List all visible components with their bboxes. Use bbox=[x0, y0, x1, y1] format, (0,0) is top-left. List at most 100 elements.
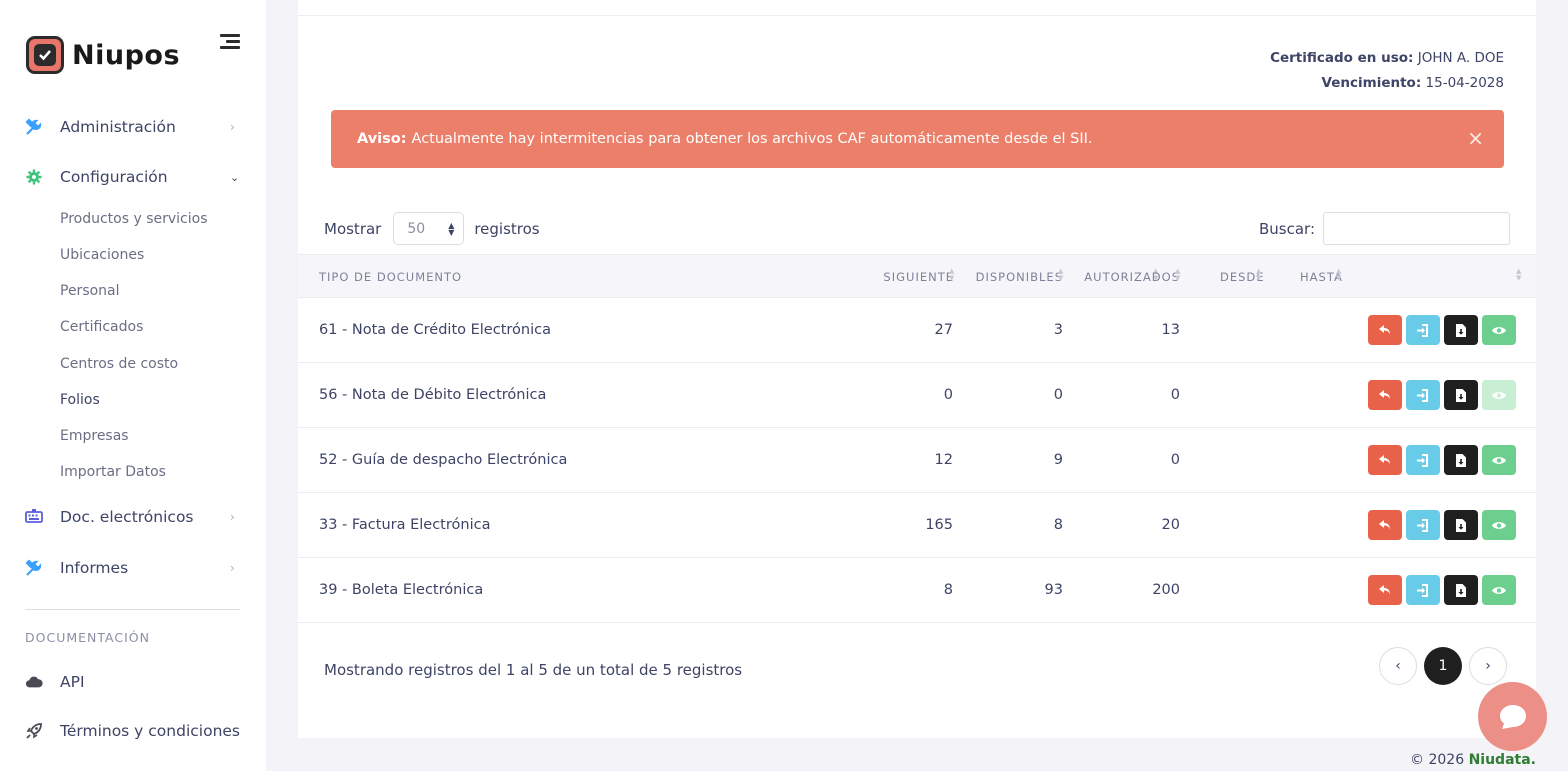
show-label: Mostrar bbox=[324, 219, 382, 238]
search-input[interactable] bbox=[1323, 212, 1510, 245]
search-control: Buscar: bbox=[1259, 212, 1510, 245]
cert-label: Certificado en uso: bbox=[1270, 50, 1414, 66]
sidebar-item-administracion[interactable]: Administración › bbox=[0, 109, 266, 145]
sidebar-item-api[interactable]: API bbox=[0, 664, 266, 700]
col-siguiente[interactable]: SIGUIENTE bbox=[883, 270, 954, 284]
brand-name: Niupos bbox=[72, 39, 181, 71]
download-file-button[interactable] bbox=[1444, 510, 1478, 540]
search-label: Buscar: bbox=[1258, 219, 1315, 238]
chevron-right-icon: › bbox=[230, 120, 235, 134]
cell-siguiente: 0 bbox=[943, 387, 953, 403]
table-row: 56 - Nota de Débito Electrónica 0 0 0 bbox=[298, 363, 1536, 428]
table-row: 39 - Boleta Electrónica 8 93 200 bbox=[298, 558, 1536, 623]
col-autorizados[interactable]: AUTORIZADOS bbox=[1084, 270, 1180, 284]
sidebar-item-label: API bbox=[60, 673, 85, 691]
alert-banner: Aviso: Actualmente hay intermitencias pa… bbox=[331, 110, 1504, 168]
return-button[interactable] bbox=[1368, 510, 1402, 540]
import-button[interactable] bbox=[1406, 575, 1440, 605]
return-button[interactable] bbox=[1368, 575, 1402, 605]
page-length-value: 50 bbox=[407, 220, 426, 237]
download-file-button[interactable] bbox=[1444, 575, 1478, 605]
sidebar-item-doc-electronicos[interactable]: Doc. electrónicos › bbox=[0, 499, 266, 535]
subitem-centros-costo[interactable]: Centros de costo bbox=[60, 356, 178, 372]
subitem-importar-datos[interactable]: Importar Datos bbox=[60, 464, 166, 480]
sidebar-item-label: Administración bbox=[60, 118, 176, 136]
page-length-select[interactable]: 50 ▲ ▼ bbox=[393, 212, 465, 245]
logo-icon bbox=[26, 36, 64, 74]
section-title: DOCUMENTACIÓN bbox=[25, 630, 150, 645]
import-button[interactable] bbox=[1406, 510, 1440, 540]
cell-disponibles: 9 bbox=[1053, 452, 1063, 468]
cell-disponibles: 93 bbox=[1044, 582, 1063, 598]
cell-siguiente: 12 bbox=[934, 452, 953, 468]
pagination-next-button[interactable]: › bbox=[1469, 647, 1507, 685]
page-length-control: Mostrar 50 ▲ ▼ registros bbox=[324, 212, 540, 245]
subitem-productos-servicios[interactable]: Productos y servicios bbox=[60, 211, 208, 227]
keyboard-icon bbox=[25, 508, 43, 526]
download-file-button[interactable] bbox=[1444, 315, 1478, 345]
subitem-folios[interactable]: Folios bbox=[60, 392, 100, 408]
subitem-empresas[interactable]: Empresas bbox=[60, 428, 129, 444]
menu-toggle-icon[interactable] bbox=[220, 34, 242, 50]
import-button[interactable] bbox=[1406, 315, 1440, 345]
table-row: 52 - Guía de despacho Electrónica 12 9 0 bbox=[298, 428, 1536, 493]
alert-message: Actualmente hay intermitencias para obte… bbox=[411, 131, 1093, 147]
chat-button[interactable] bbox=[1478, 682, 1547, 751]
table-info: Mostrando registros del 1 al 5 de un tot… bbox=[324, 661, 743, 679]
cell-tipo: 52 - Guía de despacho Electrónica bbox=[319, 452, 568, 468]
sidebar-item-informes[interactable]: Informes › bbox=[0, 550, 266, 586]
pagination-page-1[interactable]: 1 bbox=[1424, 647, 1462, 685]
sort-icon: ▲ ▼ bbox=[949, 267, 955, 282]
return-button[interactable] bbox=[1368, 315, 1402, 345]
alert-title: Aviso: bbox=[357, 131, 407, 147]
cell-disponibles: 0 bbox=[1053, 387, 1063, 403]
rocket-icon bbox=[25, 722, 43, 740]
cell-siguiente: 8 bbox=[943, 582, 953, 598]
cell-disponibles: 8 bbox=[1053, 517, 1063, 533]
cell-autorizados: 200 bbox=[1152, 582, 1180, 598]
view-button[interactable] bbox=[1482, 380, 1516, 410]
return-button[interactable] bbox=[1368, 380, 1402, 410]
table-row: 33 - Factura Electrónica 165 8 20 bbox=[298, 493, 1536, 558]
footer-company-link[interactable]: Niudata. bbox=[1469, 752, 1536, 768]
cell-tipo: 61 - Nota de Crédito Electrónica bbox=[319, 322, 551, 338]
chevron-left-icon: ‹ bbox=[1395, 658, 1401, 674]
records-label: registros bbox=[474, 219, 540, 238]
sidebar-item-terminos[interactable]: Términos y condiciones bbox=[0, 713, 266, 749]
download-file-button[interactable] bbox=[1444, 445, 1478, 475]
cell-autorizados: 0 bbox=[1170, 387, 1180, 403]
brand[interactable]: Niupos bbox=[26, 36, 180, 74]
chevron-right-icon: › bbox=[1485, 658, 1491, 674]
subitem-ubicaciones[interactable]: Ubicaciones bbox=[60, 247, 144, 263]
view-button[interactable] bbox=[1482, 315, 1516, 345]
pagination-prev-button[interactable]: ‹ bbox=[1379, 647, 1417, 685]
cloud-icon bbox=[25, 673, 43, 691]
cell-tipo: 33 - Factura Electrónica bbox=[319, 517, 491, 533]
view-button[interactable] bbox=[1482, 445, 1516, 475]
sidebar-item-configuracion[interactable]: Configuración ⌄ bbox=[0, 159, 266, 195]
return-button[interactable] bbox=[1368, 445, 1402, 475]
cell-autorizados: 20 bbox=[1161, 517, 1180, 533]
sidebar-item-label: Doc. electrónicos bbox=[60, 508, 194, 526]
table-row: 61 - Nota de Crédito Electrónica 27 3 13 bbox=[298, 298, 1536, 363]
download-file-button[interactable] bbox=[1444, 380, 1478, 410]
subitem-personal[interactable]: Personal bbox=[60, 283, 120, 299]
import-button[interactable] bbox=[1406, 380, 1440, 410]
col-tipo[interactable]: TIPO DE DOCUMENTO bbox=[319, 270, 462, 284]
import-button[interactable] bbox=[1406, 445, 1440, 475]
top-card bbox=[298, 0, 1536, 16]
sort-icon: ▲ ▼ bbox=[1175, 267, 1181, 282]
close-icon[interactable]: × bbox=[1467, 126, 1484, 150]
table-header: TIPO DE DOCUMENTO ▲ ▼ SIGUIENTE ▲ ▼ DISPON… bbox=[298, 254, 1536, 298]
tools-icon bbox=[25, 118, 43, 136]
footer: © 2026 Niudata. bbox=[1410, 752, 1536, 768]
view-button[interactable] bbox=[1482, 575, 1516, 605]
chevron-right-icon: › bbox=[230, 510, 235, 524]
view-button[interactable] bbox=[1482, 510, 1516, 540]
col-disponibles[interactable]: DISPONIBLES bbox=[976, 270, 1063, 284]
cell-siguiente: 165 bbox=[925, 517, 953, 533]
sidebar-item-label: Configuración bbox=[60, 168, 168, 186]
cell-tipo: 39 - Boleta Electrónica bbox=[319, 582, 484, 598]
sort-icon: ▲ ▼ bbox=[1336, 267, 1342, 282]
subitem-certificados[interactable]: Certificados bbox=[60, 319, 143, 335]
